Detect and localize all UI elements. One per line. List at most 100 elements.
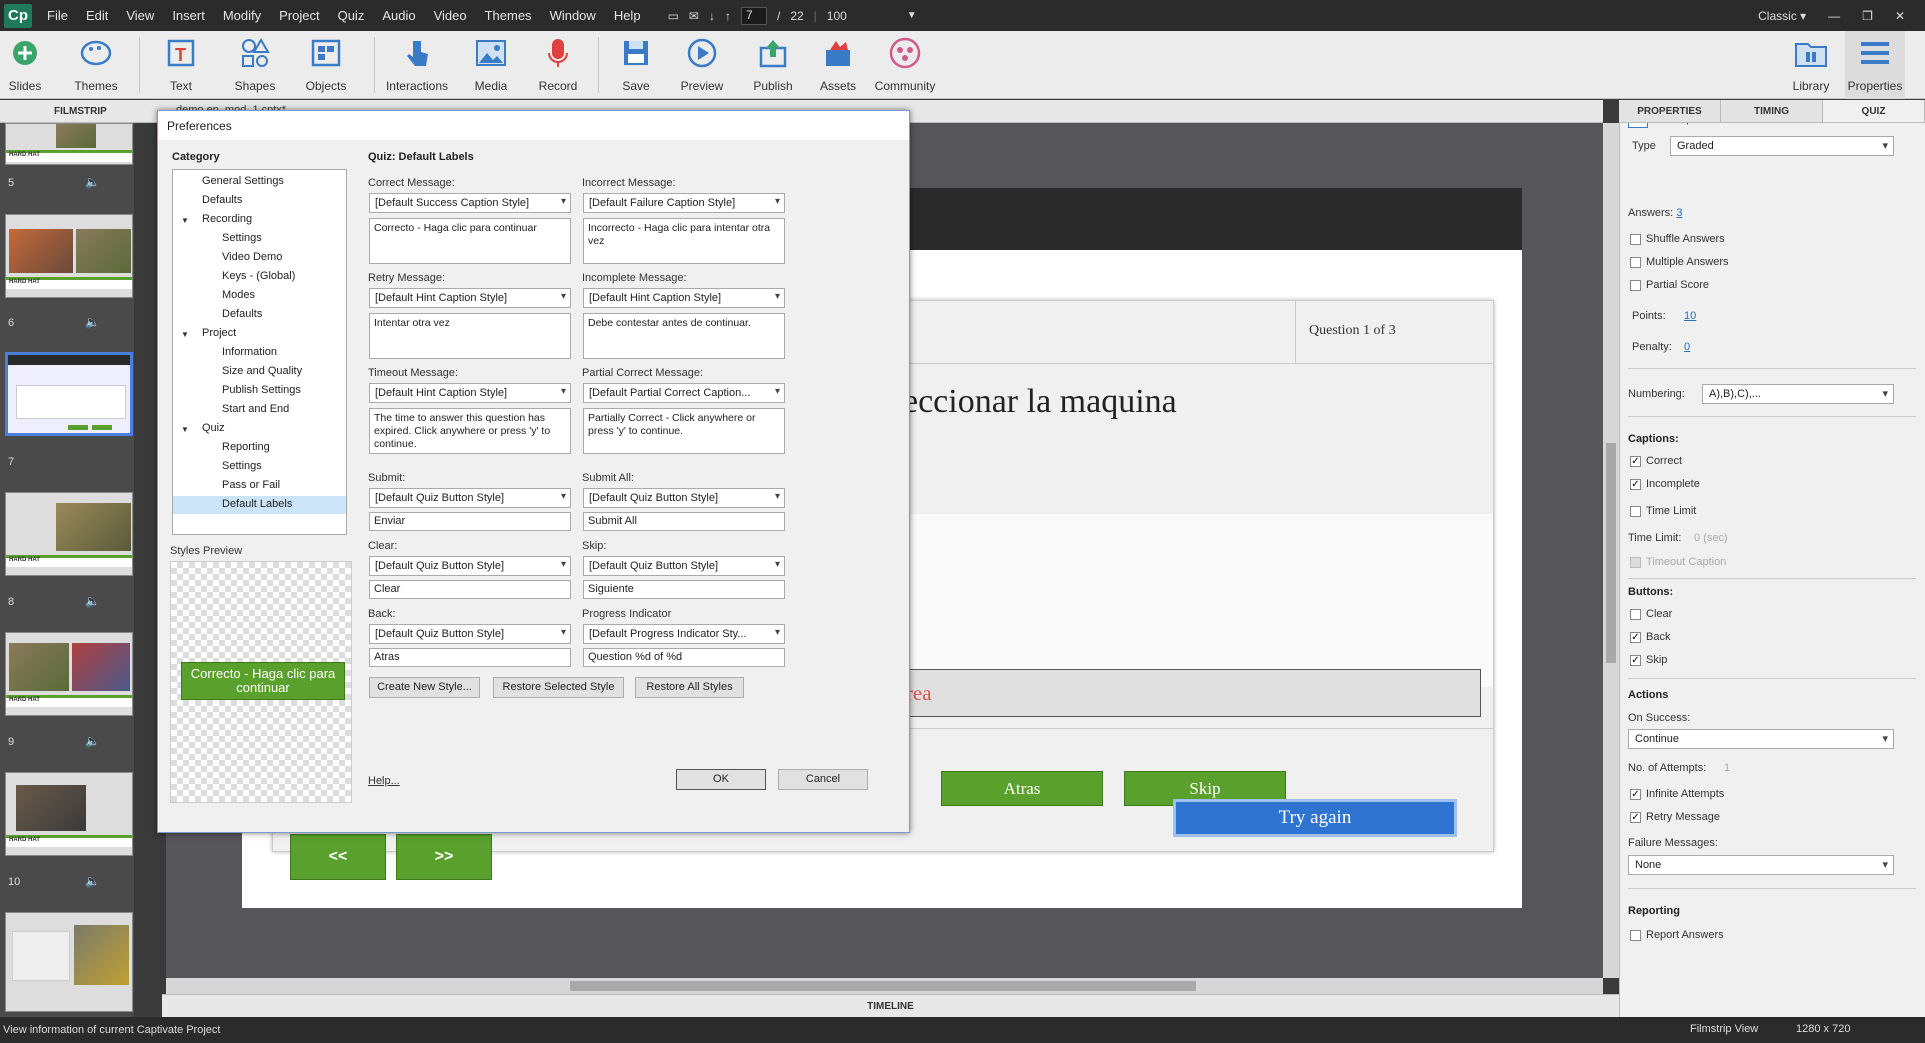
correct-style-select[interactable]: [Default Success Caption Style] [369, 193, 571, 213]
skip-style-select[interactable]: [Default Quiz Button Style] [583, 556, 785, 576]
filmstrip-slide-selected[interactable] [5, 352, 133, 436]
partial-message-text[interactable]: Partially Correct - Click anywhere or pr… [583, 408, 785, 454]
expand-triangle-icon[interactable]: ▼ [181, 216, 189, 225]
category-item-selected[interactable]: Default Labels [222, 498, 292, 510]
partial-score-checkbox[interactable] [1630, 280, 1641, 291]
cancel-button[interactable]: Cancel [778, 769, 868, 790]
chevron-down-icon[interactable]: ▼ [907, 10, 917, 21]
community-button[interactable]: Community [874, 31, 936, 99]
category-item[interactable]: Publish Settings [222, 384, 301, 396]
next-slide-button[interactable]: >> [396, 834, 492, 880]
submit-all-style-select[interactable]: [Default Quiz Button Style] [583, 488, 785, 508]
category-item[interactable]: Reporting [222, 441, 270, 453]
text-button[interactable]: T Text [160, 31, 202, 99]
slides-button[interactable]: Slides [4, 31, 46, 99]
timeout-style-select[interactable]: [Default Hint Caption Style] [369, 383, 571, 403]
category-item[interactable]: Project [202, 327, 236, 339]
progress-text-input[interactable]: Question %d of %d [583, 648, 785, 667]
back-text-input[interactable]: Atras [369, 648, 571, 667]
incomplete-caption-checkbox[interactable]: ✓ [1630, 479, 1641, 490]
speaker-icon[interactable]: 🔈 [85, 874, 100, 888]
correct-message-text[interactable]: Correcto - Haga clic para continuar [369, 218, 571, 264]
tab-properties[interactable]: PROPERTIES [1619, 100, 1721, 122]
expand-triangle-icon[interactable]: ▼ [181, 425, 189, 434]
submit-text-input[interactable]: Enviar [369, 512, 571, 531]
filmstrip-slide[interactable]: HARD HAT [5, 492, 133, 576]
menu-themes[interactable]: Themes [476, 8, 541, 23]
page-input[interactable]: 7 [740, 6, 767, 25]
clear-button-checkbox[interactable] [1630, 609, 1641, 620]
filmstrip-slide[interactable]: HARD HAT [5, 123, 133, 165]
horizontal-scrollbar[interactable] [166, 978, 1603, 994]
menu-insert[interactable]: Insert [163, 8, 214, 23]
themes-button[interactable]: Themes [70, 31, 122, 99]
category-item[interactable]: Settings [222, 232, 262, 244]
infinite-attempts-checkbox[interactable]: ✓ [1630, 789, 1641, 800]
filmstrip-slide[interactable] [5, 912, 133, 1012]
filmstrip-slide[interactable]: HARD HAT [5, 632, 133, 716]
menu-file[interactable]: File [38, 8, 77, 23]
incomplete-message-text[interactable]: Debe contestar antes de continuar. [583, 313, 785, 359]
filmstrip-slide[interactable]: HARD HAT [5, 772, 133, 856]
back-style-select[interactable]: [Default Quiz Button Style] [369, 624, 571, 644]
category-item[interactable]: Defaults [202, 194, 242, 206]
menu-quiz[interactable]: Quiz [329, 8, 374, 23]
submit-all-text-input[interactable]: Submit All [583, 512, 785, 531]
mail-icon[interactable]: ✉ [689, 9, 699, 23]
category-item[interactable]: Keys - (Global) [222, 270, 295, 282]
publish-button[interactable]: Publish [750, 31, 796, 99]
comment-icon[interactable]: ▭ [668, 9, 679, 23]
tab-quiz[interactable]: QUIZ [1823, 100, 1925, 122]
answers-value[interactable]: 3 [1676, 207, 1682, 219]
numbering-select[interactable]: A),B),C),... [1702, 384, 1894, 404]
help-link[interactable]: Help... [368, 775, 400, 787]
retry-style-select[interactable]: [Default Hint Caption Style] [369, 288, 571, 308]
category-item[interactable]: Defaults [222, 308, 262, 320]
category-item[interactable]: Start and End [222, 403, 289, 415]
menu-project[interactable]: Project [270, 8, 328, 23]
vertical-scrollbar[interactable] [1603, 123, 1619, 978]
category-item[interactable]: Size and Quality [222, 365, 302, 377]
preview-button[interactable]: Preview [678, 31, 726, 99]
tab-timing[interactable]: TIMING [1721, 100, 1823, 122]
record-button[interactable]: Record [535, 31, 581, 99]
arrow-down-icon[interactable]: ↓ [709, 9, 715, 23]
clear-style-select[interactable]: [Default Quiz Button Style] [369, 556, 571, 576]
timeout-message-text[interactable]: The time to answer this question has exp… [369, 408, 571, 454]
penalty-value[interactable]: 0 [1684, 341, 1690, 353]
minimize-icon[interactable]: — [1828, 9, 1840, 23]
on-success-select[interactable]: Continue [1628, 729, 1894, 749]
save-button[interactable]: Save [618, 31, 654, 99]
category-item[interactable]: General Settings [202, 175, 284, 187]
incomplete-style-select[interactable]: [Default Hint Caption Style] [583, 288, 785, 308]
clear-text-input[interactable]: Clear [369, 580, 571, 599]
incorrect-style-select[interactable]: [Default Failure Caption Style] [583, 193, 785, 213]
restore-selected-style-button[interactable]: Restore Selected Style [493, 677, 624, 698]
menu-modify[interactable]: Modify [214, 8, 270, 23]
shapes-button[interactable]: Shapes [230, 31, 280, 99]
category-item[interactable]: Quiz [202, 422, 225, 434]
ok-button[interactable]: OK [676, 769, 766, 790]
menu-audio[interactable]: Audio [373, 8, 424, 23]
close-icon[interactable]: ✕ [1895, 9, 1905, 23]
time-limit-checkbox[interactable] [1630, 506, 1641, 517]
type-select[interactable]: Graded [1670, 136, 1894, 156]
failure-messages-select[interactable]: None [1628, 855, 1894, 875]
partial-style-select[interactable]: [Default Partial Correct Caption... [583, 383, 785, 403]
menu-view[interactable]: View [117, 8, 163, 23]
category-item[interactable]: Recording [202, 213, 252, 225]
assets-button[interactable]: Assets [817, 31, 859, 99]
category-item[interactable]: Modes [222, 289, 255, 301]
zoom-select[interactable]: 100 [827, 9, 897, 23]
progress-style-select[interactable]: [Default Progress Indicator Sty... [583, 624, 785, 644]
category-item[interactable]: Pass or Fail [222, 479, 280, 491]
submit-style-select[interactable]: [Default Quiz Button Style] [369, 488, 571, 508]
restore-all-styles-button[interactable]: Restore All Styles [635, 677, 744, 698]
restore-icon[interactable]: ❐ [1862, 9, 1873, 23]
expand-triangle-icon[interactable]: ▼ [181, 330, 189, 339]
objects-button[interactable]: Objects [302, 31, 350, 99]
category-item[interactable]: Settings [222, 460, 262, 472]
shuffle-checkbox[interactable] [1630, 234, 1641, 245]
speaker-icon[interactable]: 🔈 [85, 594, 100, 608]
slide-back-button[interactable]: Atras [941, 771, 1103, 806]
